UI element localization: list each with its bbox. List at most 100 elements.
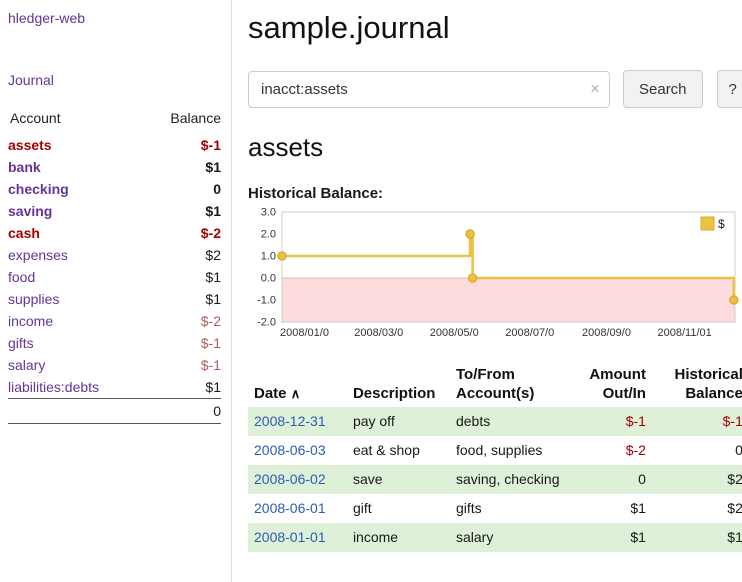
register-table: Date ∧ Description To/From Account(s) Am…	[248, 361, 742, 552]
transaction-accounts: saving, checking	[450, 465, 572, 494]
svg-text:$: $	[718, 217, 725, 231]
transaction-date-link[interactable]: 2008-06-01	[254, 500, 326, 516]
svg-text:2008/01/0: 2008/01/0	[280, 327, 329, 339]
transaction-date-link[interactable]: 2008-12-31	[254, 413, 326, 429]
register-header-date[interactable]: Date ∧	[248, 361, 347, 407]
search-button[interactable]: Search	[623, 70, 703, 108]
account-balance: $1	[143, 156, 221, 178]
transaction-balance: $2	[652, 494, 742, 523]
account-balance: $-1	[143, 134, 221, 156]
transaction-balance: $1	[652, 523, 742, 552]
register-header-balance: Historical Balance	[652, 361, 742, 407]
transaction-description: eat & shop	[347, 436, 450, 465]
page-title: sample.journal	[248, 10, 742, 46]
chart-svg: 3.0 2.0 1.0 0.0 -1.0 -2.0 2008/01/0 2008/03/0 20…	[248, 206, 740, 344]
account-link-liabilities-debts[interactable]: liabilities:debts	[8, 379, 99, 395]
transaction-accounts: salary	[450, 523, 572, 552]
svg-text:2.0: 2.0	[261, 229, 276, 241]
account-balance: $1	[143, 288, 221, 310]
accounts-header-account: Account	[8, 108, 143, 134]
app-title-link[interactable]: hledger-web	[8, 10, 85, 26]
account-row: liabilities:debts $1	[8, 376, 221, 399]
transaction-amount: $-2	[572, 436, 652, 465]
account-heading: assets	[248, 132, 742, 163]
transaction-date-link[interactable]: 2008-06-02	[254, 471, 326, 487]
account-link-income[interactable]: income	[8, 313, 53, 329]
chart-title: Historical Balance:	[248, 185, 742, 202]
transaction-date-link[interactable]: 2008-06-03	[254, 442, 326, 458]
transaction-row: 2008-06-01 gift gifts $1 $2	[248, 494, 742, 523]
account-row: salary $-1	[8, 354, 221, 376]
account-row: assets $-1	[8, 134, 221, 156]
account-link-checking[interactable]: checking	[8, 181, 69, 197]
account-link-salary[interactable]: salary	[8, 357, 45, 373]
register-header-accounts: To/From Account(s)	[450, 361, 572, 407]
accounts-total-row: 0	[8, 399, 221, 424]
main-content: sample.journal × Search ? assets Histori…	[232, 0, 742, 582]
account-balance: $-1	[143, 332, 221, 354]
register-header-amount: Amount Out/In	[572, 361, 652, 407]
account-link-gifts[interactable]: gifts	[8, 335, 34, 351]
transaction-amount: $1	[572, 494, 652, 523]
transaction-row: 2008-01-01 income salary $1 $1	[248, 523, 742, 552]
svg-text:2008/07/0: 2008/07/0	[505, 327, 554, 339]
sidebar: hledger-web Journal Account Balance asse…	[0, 0, 232, 582]
register-header-description: Description	[347, 361, 450, 407]
svg-text:2008/05/0: 2008/05/0	[430, 327, 479, 339]
transaction-accounts: gifts	[450, 494, 572, 523]
account-link-saving[interactable]: saving	[8, 203, 52, 219]
app-window: hledger-web Journal Account Balance asse…	[0, 0, 742, 582]
clear-search-icon[interactable]: ×	[590, 79, 600, 99]
account-link-bank[interactable]: bank	[8, 159, 41, 175]
svg-text:0.0: 0.0	[261, 273, 276, 285]
accounts-total-value: 0	[143, 399, 221, 424]
search-input[interactable]	[248, 71, 610, 108]
account-balance: $1	[143, 376, 221, 399]
transaction-date-link[interactable]: 2008-01-01	[254, 529, 326, 545]
account-row: cash $-2	[8, 222, 221, 244]
account-balance: $-1	[143, 354, 221, 376]
svg-text:1.0: 1.0	[261, 251, 276, 263]
transaction-amount: $-1	[572, 407, 652, 436]
svg-text:-2.0: -2.0	[257, 317, 276, 329]
account-link-food[interactable]: food	[8, 269, 35, 285]
transaction-amount: 0	[572, 465, 652, 494]
nav-journal-link[interactable]: Journal	[8, 72, 54, 88]
transaction-accounts: debts	[450, 407, 572, 436]
transaction-accounts: food, supplies	[450, 436, 572, 465]
account-link-cash[interactable]: cash	[8, 225, 40, 241]
account-link-expenses[interactable]: expenses	[8, 247, 68, 263]
transaction-description: save	[347, 465, 450, 494]
transaction-balance: $-1	[652, 407, 742, 436]
search-form: × Search ?	[248, 70, 742, 108]
account-row: gifts $-1	[8, 332, 221, 354]
account-row: expenses $2	[8, 244, 221, 266]
svg-text:3.0: 3.0	[261, 207, 276, 219]
transaction-balance: 0	[652, 436, 742, 465]
transaction-amount: $1	[572, 523, 652, 552]
transaction-row: 2008-12-31 pay off debts $-1 $-1	[248, 407, 742, 436]
svg-text:2008/03/0: 2008/03/0	[354, 327, 403, 339]
account-row: food $1	[8, 266, 221, 288]
account-link-supplies[interactable]: supplies	[8, 291, 59, 307]
register-header-date-label: Date	[254, 385, 287, 402]
account-link-assets[interactable]: assets	[8, 137, 52, 153]
sort-ascending-icon: ∧	[291, 386, 301, 401]
transaction-description: pay off	[347, 407, 450, 436]
account-balance: $-2	[143, 222, 221, 244]
svg-text:-1.0: -1.0	[257, 295, 276, 307]
account-balance: $2	[143, 244, 221, 266]
historical-balance-chart: 3.0 2.0 1.0 0.0 -1.0 -2.0 2008/01/0 2008/03/0 20…	[248, 206, 742, 347]
accounts-table: Account Balance assets $-1 bank $1 check…	[8, 108, 221, 424]
account-row: bank $1	[8, 156, 221, 178]
account-row: saving $1	[8, 200, 221, 222]
accounts-header-balance: Balance	[143, 108, 221, 134]
account-balance: 0	[143, 178, 221, 200]
help-button[interactable]: ?	[717, 70, 742, 108]
svg-text:2008/11/01: 2008/11/01	[658, 327, 712, 339]
account-balance: $1	[143, 266, 221, 288]
svg-text:2008/09/0: 2008/09/0	[582, 327, 631, 339]
account-row: checking 0	[8, 178, 221, 200]
account-balance: $1	[143, 200, 221, 222]
transaction-description: income	[347, 523, 450, 552]
